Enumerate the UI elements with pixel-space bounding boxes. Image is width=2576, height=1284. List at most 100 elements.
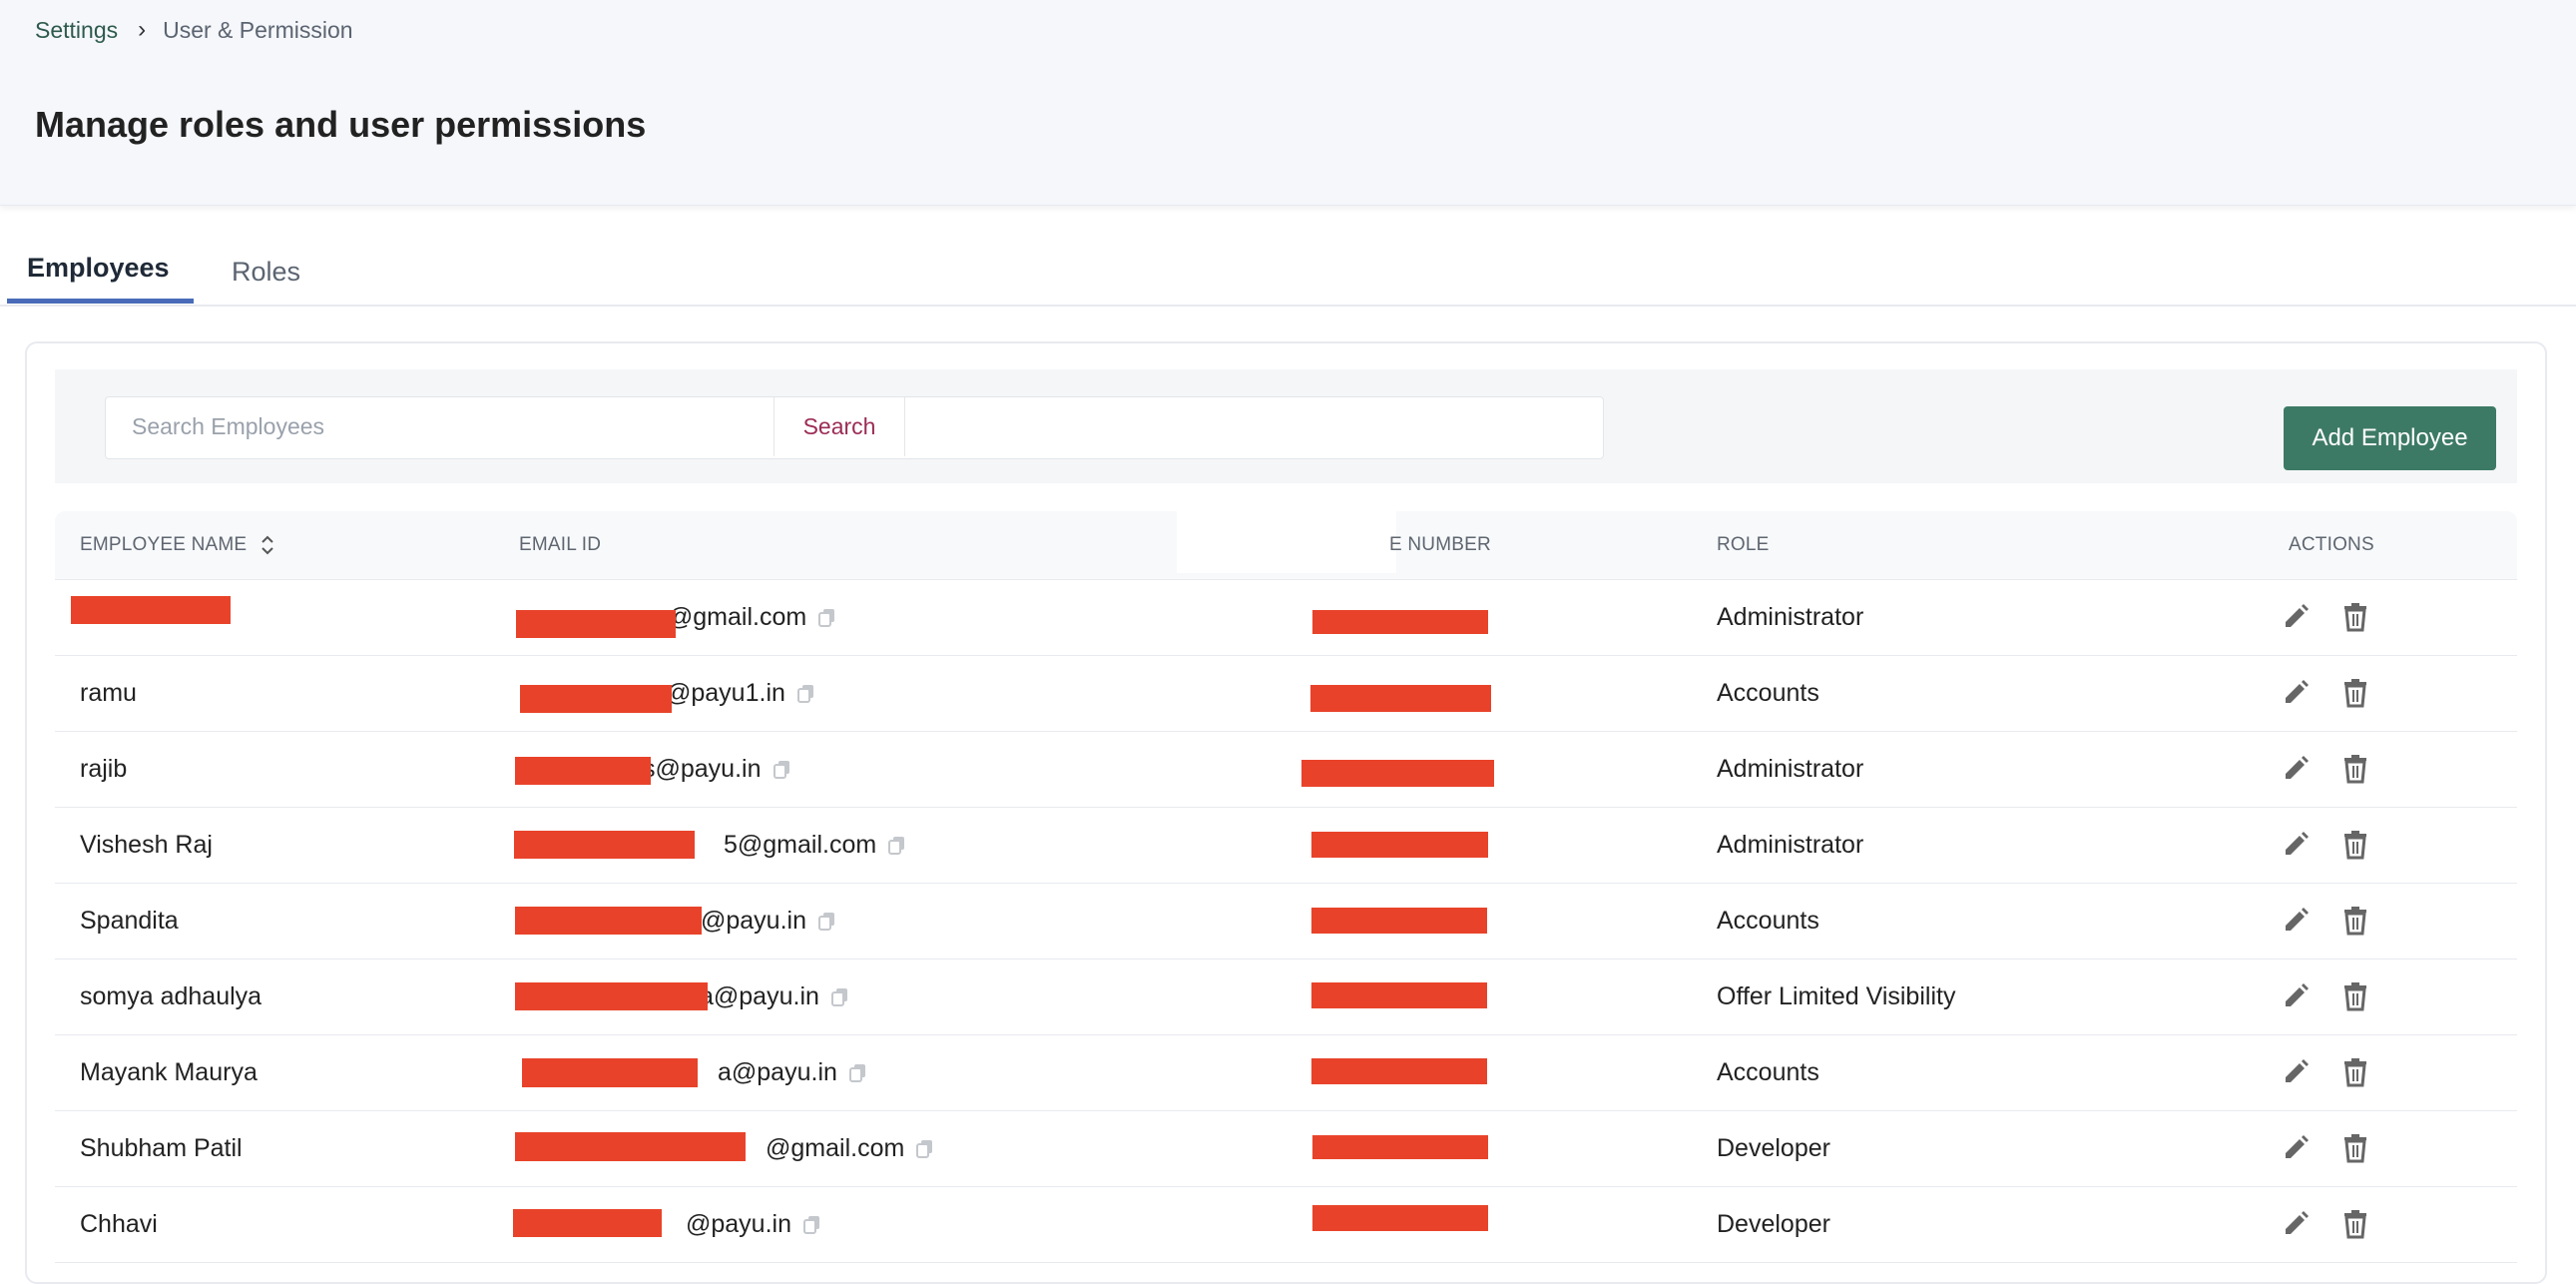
- email-text: n@gmail.com: [654, 603, 807, 631]
- redaction-block: [1312, 610, 1488, 634]
- email-cell: @gmail.com: [766, 1111, 934, 1186]
- employee-name: somya adhaulya: [80, 982, 262, 1010]
- copy-icon[interactable]: [773, 760, 791, 780]
- email-cell: @payu1.in: [666, 656, 815, 731]
- breadcrumb-current: User & Permission: [163, 16, 353, 43]
- header-role: ROLE: [1717, 534, 1770, 555]
- email-cell: @payu.in: [701, 884, 836, 959]
- header-actions: ACTIONS: [2289, 534, 2374, 555]
- email-text: @payu.in: [701, 907, 806, 935]
- copy-icon[interactable]: [818, 912, 836, 932]
- copy-icon[interactable]: [818, 608, 836, 628]
- redaction-block: [516, 610, 676, 638]
- redaction-block: [515, 1132, 746, 1161]
- copy-icon[interactable]: [888, 836, 906, 856]
- email-text: a@payu.in: [718, 1058, 837, 1086]
- active-tab-indicator: [7, 299, 194, 304]
- copy-icon[interactable]: [796, 684, 815, 704]
- email-cell: s@payu.in: [643, 732, 791, 807]
- pencil-icon[interactable]: [2281, 754, 2311, 784]
- tab-roles[interactable]: Roles: [232, 257, 300, 288]
- role: Offer Limited Visibility: [1717, 982, 1956, 1010]
- add-employee-button[interactable]: Add Employee: [2284, 406, 2496, 470]
- header-employee-name[interactable]: EMPLOYEE NAME: [80, 511, 274, 579]
- table-row: Vishesh Raj 5@gmail.com Administrator: [55, 808, 2517, 884]
- employee-name: Shubham Patil: [80, 1134, 243, 1162]
- redaction-block: [1311, 982, 1487, 1008]
- sort-icon[interactable]: [260, 534, 274, 556]
- pencil-icon[interactable]: [2281, 1057, 2311, 1087]
- chevron-right-icon: ›: [138, 16, 147, 43]
- email-text: s@payu.in: [643, 755, 762, 783]
- tab-bar: Employees Roles: [0, 235, 2576, 307]
- copy-icon[interactable]: [803, 1215, 821, 1235]
- pencil-icon[interactable]: [2281, 1209, 2311, 1239]
- redaction-block: [1312, 1135, 1488, 1159]
- email-cell: a@payu.in: [700, 960, 849, 1034]
- redaction-block: [514, 831, 695, 859]
- search-input[interactable]: [106, 397, 773, 456]
- redaction-block: [1301, 760, 1494, 787]
- table-row: Spandita @payu.in Accounts: [55, 884, 2517, 960]
- email-cell: a@payu.in: [718, 1035, 867, 1110]
- trash-icon[interactable]: [2342, 830, 2368, 860]
- employee-name: Chhavi: [80, 1210, 158, 1238]
- toolbar: Search Add Employee: [55, 369, 2517, 483]
- employee-name: rajib: [80, 755, 128, 783]
- table-row: Mayank Maurya a@payu.in Accounts: [55, 1035, 2517, 1111]
- redaction-block: [520, 685, 672, 713]
- header-phone-mask: [1177, 511, 1396, 573]
- employees-card: Search Add Employee EMPLOYEE NAME EMAIL …: [25, 341, 2547, 1284]
- redaction-block: [522, 1058, 698, 1087]
- trash-icon[interactable]: [2342, 1209, 2368, 1239]
- copy-icon[interactable]: [830, 987, 849, 1007]
- redaction-block: [515, 757, 651, 785]
- role: Accounts: [1717, 1058, 1819, 1086]
- trash-icon[interactable]: [2342, 906, 2368, 936]
- employees-table: EMPLOYEE NAME EMAIL ID E NUMBER ROLE ACT…: [55, 511, 2517, 1263]
- trash-icon[interactable]: [2342, 1133, 2368, 1163]
- trash-icon[interactable]: [2342, 602, 2368, 632]
- page-title: Manage roles and user permissions: [35, 104, 647, 145]
- email-text: 5@gmail.com: [724, 831, 877, 859]
- header-email: EMAIL ID: [519, 534, 602, 555]
- role: Accounts: [1717, 679, 1819, 707]
- table-header: EMPLOYEE NAME EMAIL ID E NUMBER ROLE ACT…: [55, 511, 2517, 580]
- redaction-block: [515, 982, 708, 1010]
- pencil-icon[interactable]: [2281, 906, 2311, 936]
- breadcrumb-settings-link[interactable]: Settings: [35, 17, 118, 44]
- email-cell: n@gmail.com: [654, 580, 836, 655]
- table-row: Chhavi @payu.in Developer: [55, 1187, 2517, 1263]
- search-button[interactable]: Search: [773, 397, 905, 456]
- trash-icon[interactable]: [2342, 754, 2368, 784]
- employee-name: Mayank Maurya: [80, 1058, 258, 1086]
- pencil-icon[interactable]: [2281, 602, 2311, 632]
- page-header: Settings › User & Permission Manage role…: [0, 0, 2576, 206]
- table-row: n@gmail.com Administrator: [55, 580, 2517, 656]
- redaction-block: [1311, 832, 1488, 858]
- trash-icon[interactable]: [2342, 981, 2368, 1011]
- redaction-block: [513, 1209, 662, 1237]
- copy-icon[interactable]: [848, 1063, 867, 1083]
- pencil-icon[interactable]: [2281, 1133, 2311, 1163]
- email-text: @gmail.com: [766, 1134, 905, 1162]
- redaction-block: [71, 596, 231, 624]
- email-cell: @payu.in: [686, 1187, 821, 1262]
- role: Developer: [1717, 1210, 1830, 1238]
- pencil-icon[interactable]: [2281, 981, 2311, 1011]
- header-employee-name-label: EMPLOYEE NAME: [80, 534, 248, 555]
- copy-icon[interactable]: [916, 1139, 934, 1159]
- pencil-icon[interactable]: [2281, 830, 2311, 860]
- email-cell: 5@gmail.com: [724, 808, 906, 883]
- tab-employees[interactable]: Employees: [27, 253, 170, 284]
- trash-icon[interactable]: [2342, 1057, 2368, 1087]
- table-row: somya adhaulya a@payu.in Offer Limited V…: [55, 960, 2517, 1035]
- employee-name: Vishesh Raj: [80, 831, 213, 859]
- redaction-block: [1310, 685, 1491, 712]
- role: Developer: [1717, 1134, 1830, 1162]
- employee-name: Spandita: [80, 907, 179, 935]
- trash-icon[interactable]: [2342, 678, 2368, 708]
- role: Administrator: [1717, 831, 1864, 859]
- email-text: a@payu.in: [700, 982, 819, 1010]
- pencil-icon[interactable]: [2281, 678, 2311, 708]
